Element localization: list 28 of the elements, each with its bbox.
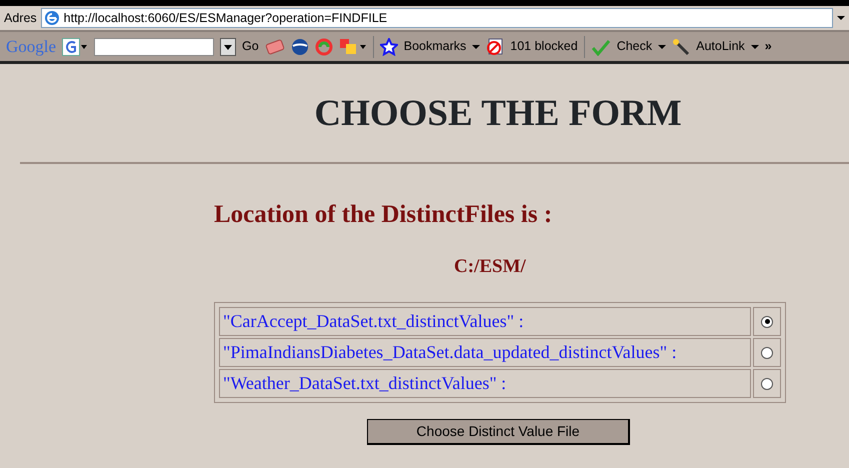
- page-title: CHOOSE THE FORM: [314, 93, 682, 134]
- blocked-count[interactable]: 101 blocked: [510, 37, 578, 56]
- location-heading: Location of the DistinctFiles is :: [214, 200, 554, 230]
- bookmarks-button[interactable]: Bookmarks: [404, 37, 466, 56]
- autolink-button[interactable]: AutoLink: [696, 37, 745, 56]
- file-name-cell: "Weather_DataSet.txt_distinctValues" :: [219, 368, 751, 398]
- file-name-cell: "PimaIndiansDiabetes_DataSet.data_updated_distinctValues" :: [219, 338, 751, 366]
- radio-button[interactable]: [761, 378, 773, 390]
- search-field[interactable]: [94, 38, 214, 56]
- submit-button[interactable]: Choose Distinct Value File: [367, 418, 630, 444]
- folder-path: C:/ESM/: [454, 255, 527, 279]
- browser-icon: [44, 10, 60, 26]
- radio-button[interactable]: [761, 346, 773, 359]
- dropdown-icon[interactable]: [220, 38, 236, 56]
- globe-icon[interactable]: [290, 38, 309, 56]
- go-button[interactable]: Go: [242, 37, 259, 56]
- radio-button[interactable]: [761, 316, 773, 328]
- wand-icon[interactable]: [672, 38, 690, 56]
- squares-icon[interactable]: [338, 38, 367, 56]
- file-name-cell: "CarAccept_DataSet.txt_distinctValues" :: [219, 306, 751, 336]
- star-icon[interactable]: [380, 38, 398, 56]
- blocked-icon[interactable]: [486, 38, 504, 56]
- more-button[interactable]: »: [764, 37, 772, 56]
- address-label: Adres: [4, 10, 37, 27]
- check-button[interactable]: Check: [616, 37, 652, 56]
- address-field[interactable]: http://localhost:6060/ES/ESManager?operation=FINDFILE: [40, 8, 833, 28]
- spellcheck-icon[interactable]: [590, 38, 611, 56]
- g-icon[interactable]: [62, 38, 88, 56]
